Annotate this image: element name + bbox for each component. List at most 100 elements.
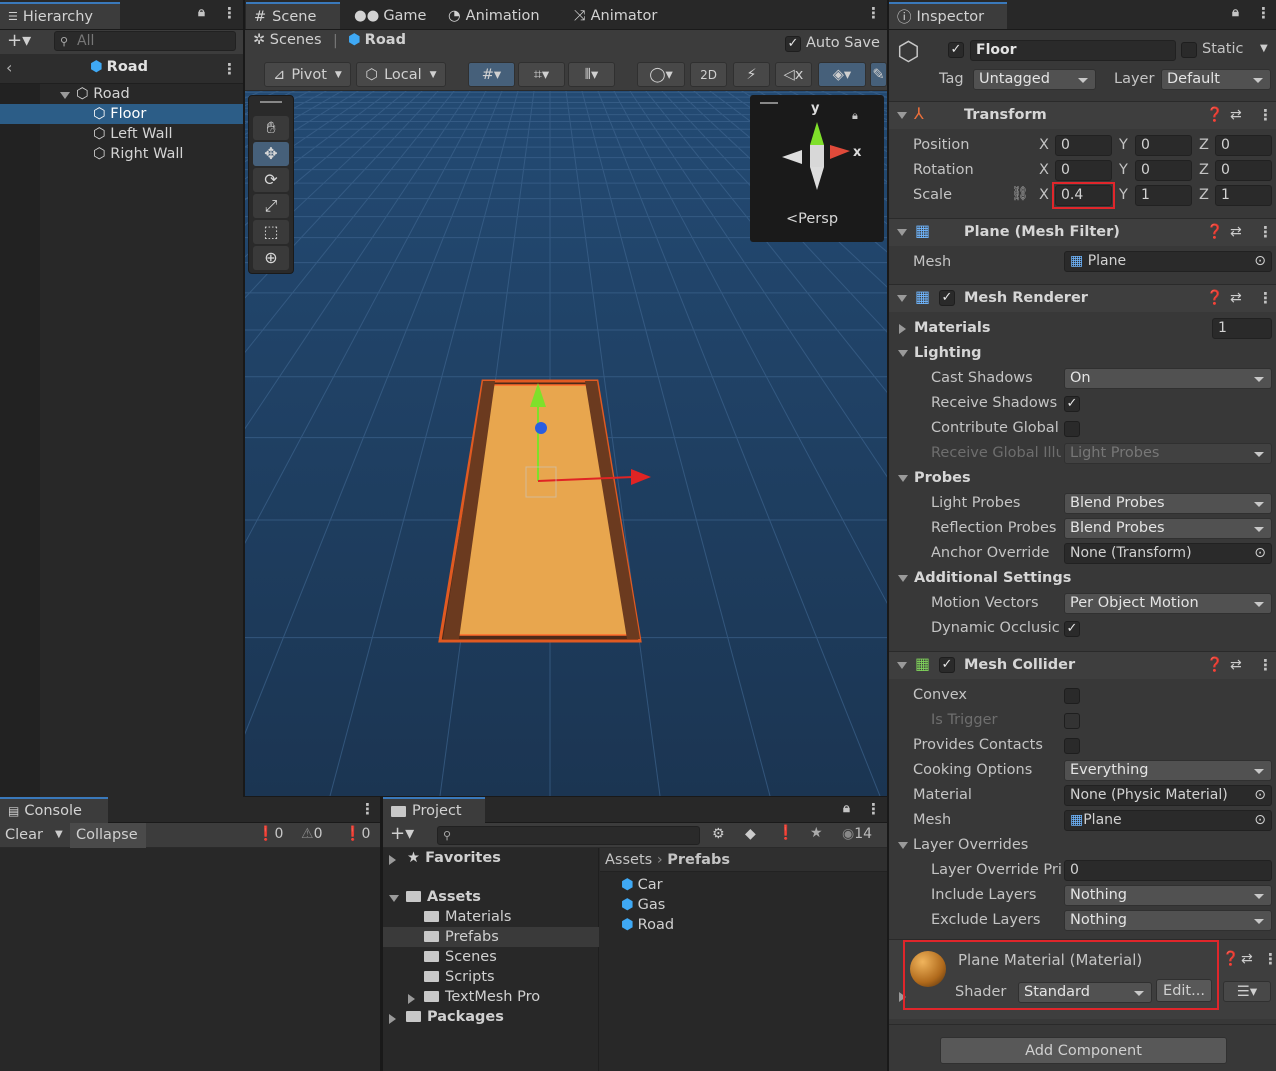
grid-visibility-button[interactable]: ⦀▾ [568,62,615,87]
hierarchy-item-floor[interactable]: ⬡ Floor [0,104,243,124]
component-menu-icon[interactable]: ⋮ [1258,223,1273,241]
prefab-breadcrumb[interactable]: ⬢ Road [348,32,406,48]
lighting-foldout[interactable]: Lighting [914,345,982,361]
position-z-field[interactable]: 0 [1215,135,1272,156]
add-component-button[interactable]: Add Component [940,1037,1227,1064]
tab-inspector[interactable]: ⓘ Inspector [889,2,1007,29]
clear-button[interactable]: Clear [5,827,43,843]
transform-tool-button[interactable]: ⊕ [253,246,289,270]
anchor-override-field[interactable]: None (Transform) ⊙ [1064,543,1272,564]
layer-override-priority-field[interactable]: 0 [1064,860,1272,881]
scale-tool-button[interactable]: ⤢ [253,194,289,218]
component-menu-icon[interactable]: ⋮ [1258,656,1273,674]
2d-toggle-button[interactable]: 2D [690,62,727,87]
create-asset-button[interactable]: +▾ [390,823,414,844]
gizmos-button[interactable]: ✎ [870,62,887,87]
component-menu-icon[interactable]: ⋮ [1258,289,1273,307]
motion-vectors-dropdown[interactable]: Per Object Motion [1064,593,1272,614]
convex-checkbox[interactable] [1064,688,1080,704]
tab-game[interactable]: ●● Game [346,2,434,29]
hidden-packages-toggle[interactable]: ◉14 [842,826,872,842]
object-picker-icon[interactable]: ⊙ [1254,811,1266,830]
persp-toggle[interactable]: <Persp [786,211,838,227]
tab-animation[interactable]: ◔ Animation [440,2,548,29]
audio-toggle-button[interactable]: ◁x [775,62,812,87]
inspector-menu-icon[interactable]: ⋮ [1256,4,1271,22]
help-icon[interactable]: ❓ [1222,951,1239,967]
clear-dropdown-icon[interactable]: ▼ [55,829,63,840]
help-icon[interactable]: ❓ [1206,290,1223,306]
folder-materials[interactable]: Materials [424,909,511,925]
help-icon[interactable]: ❓ [1206,224,1223,240]
pivot-dropdown[interactable]: ⊿ Pivot ▼ [264,62,351,87]
cast-shadows-dropdown[interactable]: On [1064,368,1272,389]
mesh-renderer-enabled-checkbox[interactable]: ✓ [939,290,955,306]
position-x-field[interactable]: 0 [1055,135,1112,156]
packages-folder[interactable]: Packages [389,1009,504,1025]
mesh-object-field[interactable]: ▦ Plane ⊙ [1064,251,1272,272]
scene-menu-icon[interactable]: ⋮ [866,4,881,22]
rotation-x-field[interactable]: 0 [1055,160,1112,181]
component-menu-icon[interactable]: ⋮ [1263,950,1276,968]
contribute-global-checkbox[interactable] [1064,421,1080,437]
rotate-tool-button[interactable]: ⟳ [253,168,289,192]
search-type-icon[interactable]: ⚙ [712,826,725,842]
help-icon[interactable]: ❓ [1206,657,1223,673]
rotation-z-field[interactable]: 0 [1215,160,1272,181]
position-y-field[interactable]: 0 [1135,135,1192,156]
hierarchy-item-right-wall[interactable]: ⬡ Right Wall [93,146,183,162]
tab-project[interactable]: Project [383,797,485,823]
hierarchy-item-left-wall[interactable]: ⬡ Left Wall [93,126,173,142]
rotation-y-field[interactable]: 0 [1135,160,1192,181]
project-lock-icon[interactable]: 🔒︎ [843,801,850,816]
layer-overrides-foldout[interactable]: Layer Overrides [913,837,1028,853]
scale-y-field[interactable]: 1 [1135,185,1192,206]
collider-mesh-field[interactable]: ▦Plane ⊙ [1064,810,1272,831]
assets-folder[interactable]: Assets [389,889,481,905]
physic-material-field[interactable]: None (Physic Material) ⊙ [1064,785,1272,806]
console-menu-icon[interactable]: ⋮ [360,800,375,818]
hierarchy-search-input[interactable]: ⚲ All [54,31,236,51]
render-queue-dropdown[interactable]: ☰▾ [1223,981,1271,1002]
collapse-button[interactable]: Collapse [70,823,146,848]
constrain-proportions-icon[interactable]: ⛓ [1011,186,1029,202]
scenes-button[interactable]: ✲ Scenes [253,32,322,48]
effects-dropdown[interactable]: ◈▾ [818,62,866,87]
folder-scenes[interactable]: Scenes [424,949,497,965]
presets-icon[interactable]: ⇄ [1230,107,1242,123]
rect-tool-button[interactable]: ⬚ [253,220,289,244]
object-picker-icon[interactable]: ⊙ [1254,252,1266,271]
snap-increment-button[interactable]: ⌗▾ [518,62,565,87]
object-picker-icon[interactable]: ⊙ [1254,544,1266,563]
auto-save-checkbox[interactable]: ✓ [785,36,801,52]
hierarchy-item-road[interactable]: ⬡ Road [60,86,130,102]
materials-foldout[interactable]: Materials [914,320,991,336]
tab-animator[interactable]: ⤨ Animator [566,2,665,29]
lock-icon[interactable]: 🔒︎ [198,5,205,20]
orientation-gizmo[interactable]: 🔒︎ y x <Persp [750,95,884,242]
probes-foldout[interactable]: Probes [914,470,971,486]
asset-road[interactable]: ⬢ Road [621,917,674,933]
presets-icon[interactable]: ⇄ [1230,290,1242,306]
favorite-star-icon[interactable]: ★ [810,825,823,841]
reflection-probes-dropdown[interactable]: Blend Probes [1064,518,1272,539]
grid-snap-button[interactable]: #▾ [468,62,515,87]
component-menu-icon[interactable]: ⋮ [1258,106,1273,124]
static-checkbox[interactable] [1181,42,1197,58]
stage-menu-icon[interactable]: ⋮ [222,60,237,78]
move-tool-button[interactable]: ✥ [253,142,289,166]
presets-icon[interactable]: ⇄ [1230,657,1242,673]
layer-dropdown[interactable]: Default [1161,69,1271,90]
static-dropdown-icon[interactable]: ▼ [1260,43,1268,54]
tab-hierarchy[interactable]: ☰ Hierarchy [0,2,120,29]
dynamic-occlusion-checkbox[interactable]: ✓ [1064,621,1080,637]
hierarchy-menu-icon[interactable]: ⋮ [222,4,237,22]
warning-count-button[interactable]: ⚠0 [301,826,322,842]
help-icon[interactable]: ❓ [1206,107,1223,123]
folder-textmesh-pro[interactable]: TextMesh Pro [408,989,540,1005]
expand-arrow-icon[interactable] [60,92,70,99]
log-count-button[interactable]: ❗0 [344,826,370,842]
error-count-button[interactable]: ❗0 [257,826,283,842]
project-menu-icon[interactable]: ⋮ [866,800,881,818]
favorites-item[interactable]: ★ Favorites [389,850,501,866]
